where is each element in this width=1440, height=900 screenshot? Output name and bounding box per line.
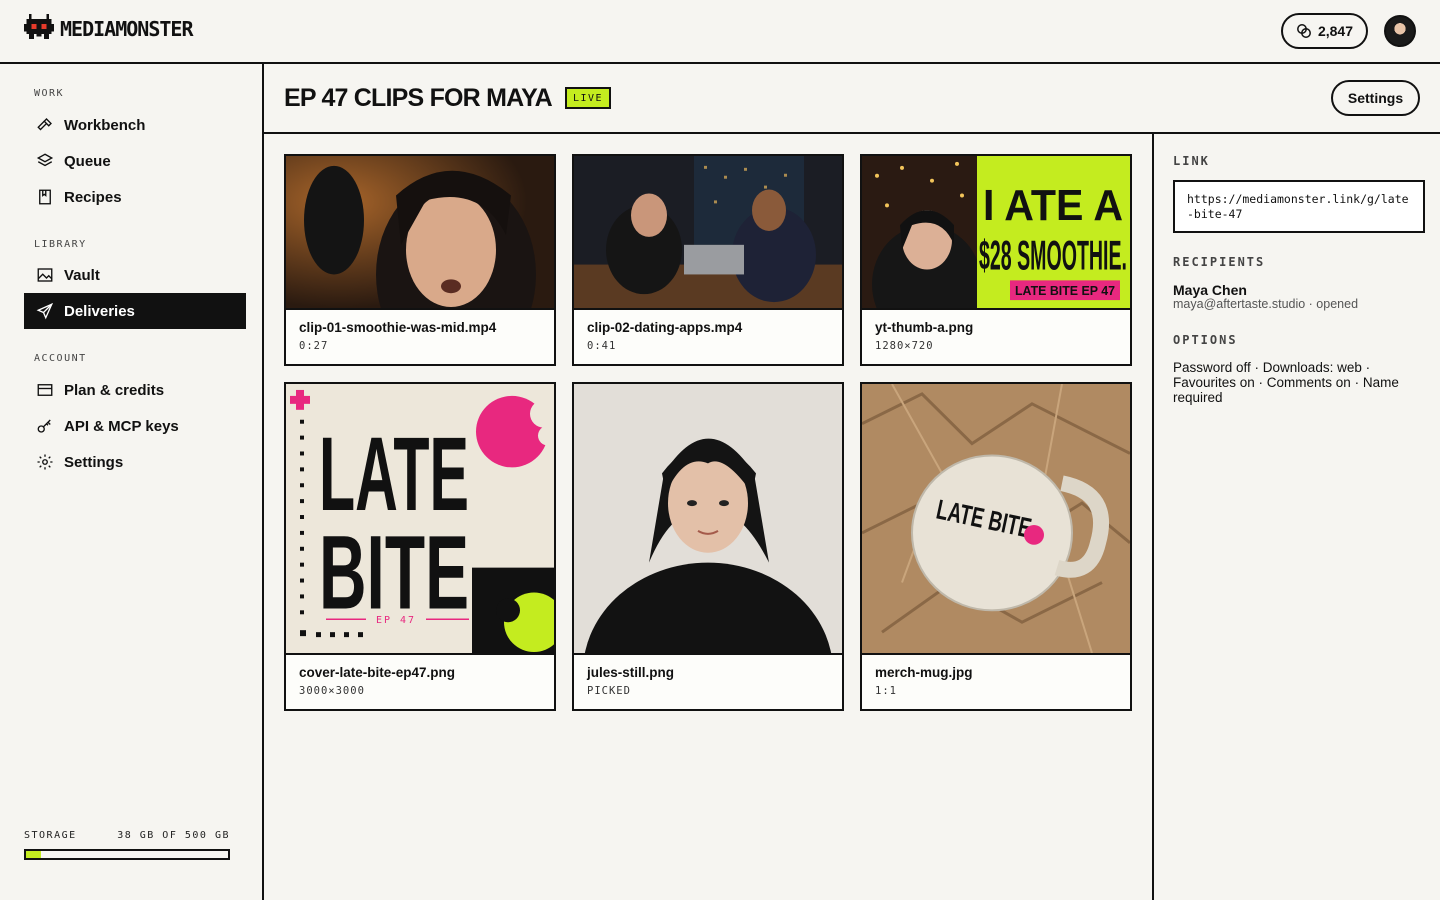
asset-card-cover[interactable]: LATE BITE EP 47 cover-late-bite-ep47.png… <box>284 382 556 711</box>
recipient-meta: maya@aftertaste.studio · opened <box>1173 297 1359 311</box>
asset-name: jules-still.png <box>587 665 675 680</box>
sidebar: WORK Workbench Queue Recipes LIBRARY Vau… <box>0 64 264 900</box>
sidebar-item-deliveries[interactable]: Deliveries <box>24 293 246 329</box>
logo[interactable]: MEDIAMONSTER <box>24 14 193 44</box>
asset-thumbnail <box>286 156 554 310</box>
image-icon <box>37 268 53 282</box>
sidebar-item-recipes[interactable]: Recipes <box>24 179 246 215</box>
asset-meta: 0:41 <box>587 340 617 352</box>
coins-icon <box>1297 24 1311 38</box>
section-label-library: LIBRARY <box>34 239 87 250</box>
sidebar-item-workbench[interactable]: Workbench <box>24 107 246 143</box>
credits-badge[interactable]: 2,847 <box>1281 13 1368 49</box>
storage-bar <box>24 849 230 860</box>
asset-card-clip-02[interactable]: clip-02-dating-apps.mp4 0:41 <box>572 154 844 366</box>
storage-fill <box>26 851 42 858</box>
cover-episode: EP 47 <box>376 615 416 626</box>
asset-name: clip-01-smoothie-was-mid.mp4 <box>299 320 497 335</box>
page-title: EP 47 CLIPS FOR MAYA <box>284 84 553 112</box>
section-label-work: WORK <box>34 88 65 99</box>
asset-card-jules-still[interactable]: jules-still.png PICKED <box>572 382 844 711</box>
hammer-icon <box>37 118 52 131</box>
options-label: OPTIONS <box>1173 333 1238 347</box>
asset-meta: 0:27 <box>299 340 329 352</box>
key-icon <box>37 419 51 433</box>
sidebar-item-api-keys[interactable]: API & MCP keys <box>24 408 246 444</box>
asset-meta: 1280×720 <box>875 340 934 352</box>
storage-label: STORAGE 38 GB OF 500 GB <box>24 830 230 841</box>
thumb-headline-line1: I ATE A <box>983 181 1123 230</box>
recipient-name: Maya Chen <box>1173 282 1247 298</box>
sidebar-item-label: Recipes <box>64 188 122 206</box>
book-icon <box>39 189 51 205</box>
section-label-account: ACCOUNT <box>34 353 87 364</box>
top-bar: MEDIAMONSTER 2,847 <box>0 0 1440 64</box>
asset-card-yt-thumb[interactable]: I ATE A $28 SMOOTHIE. LATE BITE EP 47 yt… <box>860 154 1132 366</box>
asset-card-merch-mug[interactable]: LATE BITE merch-mug.jpg 1:1 <box>860 382 1132 711</box>
sidebar-item-plan-credits[interactable]: Plan & credits <box>24 372 246 408</box>
asset-meta: 1:1 <box>875 685 897 697</box>
asset-thumbnail: LATE BITE <box>862 384 1130 655</box>
asset-name: yt-thumb-a.png <box>875 320 974 335</box>
link-label: LINK <box>1173 154 1210 168</box>
sidebar-item-label: API & MCP keys <box>64 417 179 435</box>
user-avatar[interactable] <box>1384 15 1416 47</box>
options-summary: Password off · Downloads: web · Favourit… <box>1173 360 1399 405</box>
thumb-headline-line2: $28 SMOOTHIE. <box>979 232 1127 279</box>
storage-value: 38 GB OF 500 GB <box>117 830 230 841</box>
share-link-field[interactable]: https://mediamonster.link/g/late-bite-47 <box>1173 180 1425 233</box>
storage-title: STORAGE <box>24 830 77 841</box>
card-icon <box>37 384 53 396</box>
sidebar-item-label: Vault <box>64 266 100 284</box>
sidebar-item-label: Deliveries <box>64 302 135 320</box>
page-header: EP 47 CLIPS FOR MAYA LIVE Settings <box>264 64 1440 134</box>
thumb-tag: LATE BITE EP 47 <box>1015 283 1115 298</box>
sidebar-item-label: Workbench <box>64 116 146 134</box>
asset-name: clip-02-dating-apps.mp4 <box>587 320 743 335</box>
monster-logo-icon <box>24 14 54 39</box>
cover-title-line2: BITE <box>319 514 469 632</box>
sidebar-item-label: Plan & credits <box>64 381 165 399</box>
asset-thumbnail <box>574 156 842 310</box>
asset-name: cover-late-bite-ep47.png <box>299 665 456 680</box>
sidebar-item-settings[interactable]: Settings <box>24 444 246 480</box>
asset-thumbnail: LATE BITE EP 47 <box>286 384 554 655</box>
asset-meta: 3000×3000 <box>299 685 365 697</box>
status-badge: LIVE <box>565 87 611 109</box>
credits-count: 2,847 <box>1317 23 1354 39</box>
sidebar-item-vault[interactable]: Vault <box>24 257 246 293</box>
delivery-settings-button[interactable]: Settings <box>1331 80 1420 116</box>
asset-name: merch-mug.jpg <box>875 665 973 680</box>
asset-meta: PICKED <box>587 685 631 697</box>
app-name: MEDIAMONSTER <box>60 17 193 41</box>
sidebar-item-label: Queue <box>64 152 111 170</box>
send-icon <box>36 302 54 320</box>
asset-card-clip-01[interactable]: clip-01-smoothie-was-mid.mp4 0:27 <box>284 154 556 366</box>
sidebar-item-queue[interactable]: Queue <box>24 143 246 179</box>
gear-icon <box>37 454 53 470</box>
recipients-label: RECIPIENTS <box>1173 255 1266 269</box>
sidebar-item-label: Settings <box>64 453 124 471</box>
asset-thumbnail <box>574 384 842 655</box>
layers-icon <box>36 153 54 167</box>
delivery-details-panel: LINK https://mediamonster.link/g/late-bi… <box>1152 134 1440 900</box>
asset-thumbnail: I ATE A $28 SMOOTHIE. LATE BITE EP 47 <box>862 156 1130 310</box>
